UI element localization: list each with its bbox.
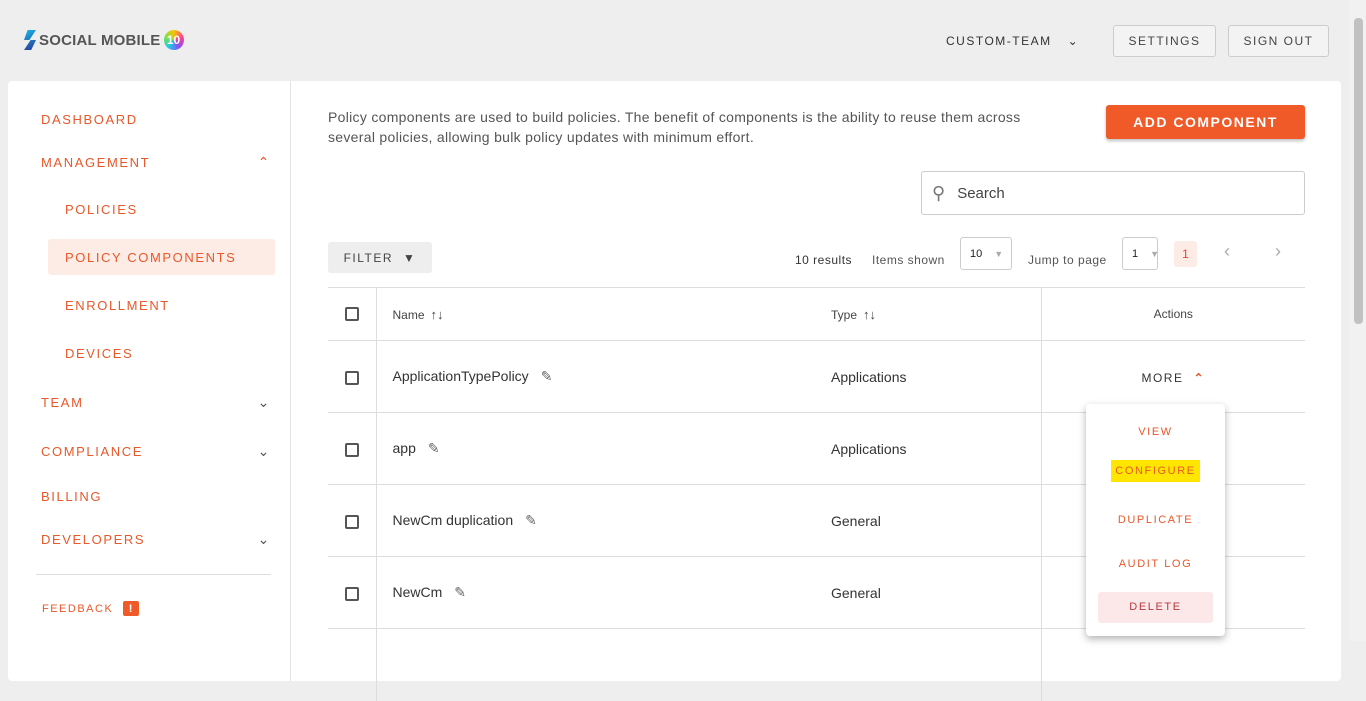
items-shown-select[interactable]: 10 ▼ (960, 237, 1012, 270)
more-actions-menu: VIEW CONFIGURE DUPLICATE AUDIT LOG DELET… (1086, 404, 1225, 636)
edit-icon[interactable]: ✎ (541, 368, 553, 384)
more-button[interactable]: MORE ⌃ (1141, 371, 1205, 385)
sidebar-item-developers[interactable]: DEVELOPERS ⌄ (41, 531, 271, 548)
jump-to-page-label: Jump to page (1028, 253, 1107, 267)
sort-icon[interactable]: ↑↓ (431, 307, 444, 322)
sort-icon[interactable]: ↑↓ (863, 307, 876, 322)
caret-down-icon: ▼ (1150, 248, 1160, 259)
jump-to-page-select[interactable]: 1 ▼ (1122, 237, 1160, 270)
sidebar-item-compliance[interactable]: COMPLIANCE ⌄ (41, 443, 271, 460)
page-description: Policy components are used to build poli… (328, 109, 1021, 145)
results-count: 10 results (795, 253, 853, 267)
table-header: Name ↑↓ Type ↑↓ Actions (328, 287, 1305, 341)
feedback-button[interactable]: FEEDBACK! (42, 601, 140, 616)
menu-item-delete[interactable]: DELETE (1098, 592, 1213, 623)
row-checkbox[interactable] (344, 442, 359, 457)
chevron-down-icon: ⌄ (257, 443, 271, 459)
sidebar-item-policies[interactable]: POLICIES (65, 202, 138, 217)
page-1-button[interactable]: 1 (1174, 241, 1197, 267)
settings-button[interactable]: SETTINGS (1113, 25, 1216, 57)
edit-icon[interactable]: ✎ (454, 584, 466, 600)
sidebar-item-team[interactable]: TEAM ⌄ (41, 394, 271, 411)
sidebar-item-policy-components[interactable]: POLICY COMPONENTS (48, 239, 275, 275)
menu-item-duplicate[interactable]: DUPLICATE (1086, 514, 1225, 526)
sign-out-button[interactable]: SIGN OUT (1228, 25, 1329, 57)
sidebar-item-devices[interactable]: DEVICES (65, 346, 133, 361)
row-checkbox[interactable] (344, 370, 359, 385)
menu-item-view[interactable]: VIEW (1086, 426, 1225, 438)
edit-icon[interactable]: ✎ (525, 512, 537, 528)
type-column-header[interactable]: Type ↑↓ (815, 287, 1041, 341)
chevron-up-icon: ⌃ (257, 154, 271, 170)
team-selector[interactable]: CUSTOM-TEAM ⌄ (946, 34, 1079, 48)
caret-down-icon: ▼ (994, 248, 1004, 259)
chevron-down-icon: ⌄ (257, 531, 271, 547)
name-column-header[interactable]: Name ↑↓ (376, 287, 815, 341)
table-row: ApplicationTypePolicy ✎ Applications MORE… (328, 340, 1305, 413)
sidebar-item-management[interactable]: MANAGEMENT ⌃ (41, 154, 271, 171)
alert-icon: ! (123, 601, 140, 616)
chevron-down-icon: ⌄ (257, 394, 271, 410)
row-checkbox[interactable] (344, 586, 359, 601)
sidebar: DASHBOARD MANAGEMENT ⌃ POLICIES POLICY CO… (8, 81, 291, 681)
menu-item-audit-log[interactable]: AUDIT LOG (1086, 558, 1225, 570)
logo[interactable]: SOCIAL MOBILE 10 (24, 30, 184, 50)
items-shown-label: Items shown (872, 253, 945, 267)
search-input[interactable]: ⚲ Search (921, 171, 1305, 215)
add-component-button[interactable]: ADD COMPONENT (1106, 105, 1305, 139)
search-icon: ⚲ (932, 182, 946, 203)
scrollbar-thumb[interactable] (1354, 18, 1363, 324)
select-all-checkbox[interactable] (344, 307, 359, 322)
sidebar-item-dashboard[interactable]: DASHBOARD (41, 112, 138, 127)
edit-icon[interactable]: ✎ (428, 440, 440, 456)
sidebar-item-enrollment[interactable]: ENROLLMENT (65, 298, 170, 313)
chevron-down-icon: ⌄ (1067, 34, 1080, 48)
logo-icon (24, 30, 36, 50)
chevron-up-icon: ⌃ (1193, 370, 1206, 385)
prev-page-button[interactable]: ‹ (1224, 241, 1230, 262)
filter-icon: ▼ (403, 250, 417, 265)
scrollbar[interactable] (1350, 0, 1366, 641)
actions-column-header: Actions (1040, 287, 1305, 341)
row-checkbox[interactable] (344, 514, 359, 529)
divider (36, 574, 271, 575)
sidebar-item-billing[interactable]: BILLING (41, 489, 102, 504)
filter-button[interactable]: FILTER ▼ (328, 242, 432, 273)
next-page-button[interactable]: › (1275, 241, 1281, 262)
menu-item-configure[interactable]: CONFIGURE (1086, 460, 1225, 482)
